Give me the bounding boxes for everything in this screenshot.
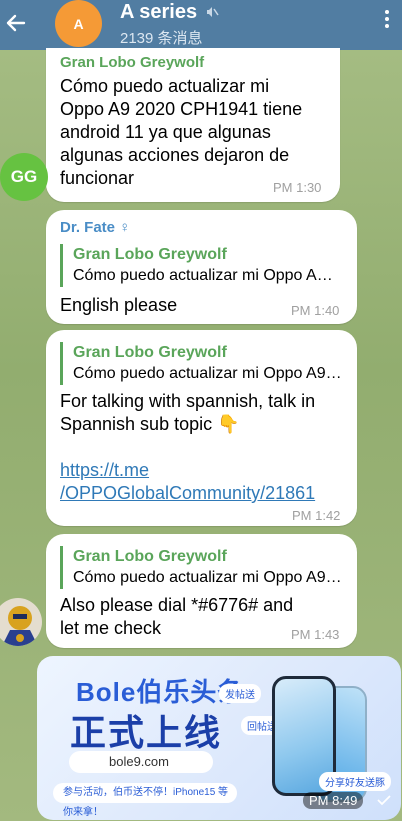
message-line: android 11 ya que algunas <box>60 122 271 142</box>
ad-headline: 正式上线 <box>70 712 223 753</box>
member-count: 2139 条消息 <box>120 30 203 47</box>
reply-text: Cómo puedo actualizar mi Oppo A9… <box>73 365 342 382</box>
muted-icon <box>207 7 219 17</box>
message-line: Cómo puedo actualizar mi <box>60 76 270 96</box>
ad-banner[interactable]: Bole伯乐头条 正式上线 bole9.com 参与活动，伯币送不停！iPhon… <box>37 656 401 820</box>
group-avatar-letter: A <box>73 15 84 32</box>
check-icon <box>377 795 391 806</box>
reply-sender: Gran Lobo Greywolf <box>73 548 227 565</box>
message-line: funcionar <box>60 168 135 188</box>
message-text: For talking with spannish, talk in Spann… <box>60 390 315 505</box>
message-link[interactable]: https://t.me /OPPOGlobalCommunity/21861 <box>60 459 315 505</box>
ad-tag: 分享好友送豚 <box>319 772 391 791</box>
link-line[interactable]: https://t.me <box>60 459 315 482</box>
ad-tag: 发帖送 <box>219 684 261 703</box>
link-line[interactable]: /OPPOGlobalCommunity/21861 <box>60 482 315 505</box>
message-text: Also please dial *#6776# and let me chec… <box>60 594 293 640</box>
message-time: PM 8:49 <box>303 792 364 809</box>
message-text: Cómo puedo actualizar mi Oppo A9 2020 CP… <box>60 75 302 190</box>
message-time: PM 1:30 <box>273 180 322 195</box>
chat-title[interactable]: A series <box>120 1 197 24</box>
reply-text: Cómo puedo actualizar mi Oppo A9… <box>73 569 342 586</box>
message-line: let me check <box>60 618 162 638</box>
message-bubble[interactable]: Dr. Fate ♀ Gran Lobo Greywolf Cómo puedo… <box>46 210 357 324</box>
message-bubble[interactable]: Gran Lobo Greywolf Cómo puedo actualizar… <box>46 48 340 202</box>
reply-sender: Gran Lobo Greywolf <box>73 344 227 361</box>
reply-preview[interactable]: Gran Lobo Greywolf Cómo puedo actualizar… <box>60 546 349 589</box>
user-avatar[interactable]: GG <box>0 153 48 201</box>
message-line: Spannish sub topic 👇 <box>60 414 240 434</box>
chat-header: A A series 2139 条消息 <box>0 0 402 50</box>
back-arrow-icon[interactable] <box>2 8 32 38</box>
message-line: Oppo A9 2020 CPH1941 tiene <box>60 99 303 119</box>
message-sender[interactable]: Gran Lobo Greywolf <box>60 54 204 71</box>
message-text: English please <box>60 295 178 315</box>
ad-url[interactable]: bole9.com <box>69 751 213 773</box>
message-line: Also please dial *#6776# and <box>60 595 294 615</box>
group-avatar[interactable]: A <box>55 0 102 47</box>
message-bubble[interactable]: Gran Lobo Greywolf Cómo puedo actualizar… <box>46 330 357 526</box>
doctor-fate-avatar-icon <box>0 598 42 646</box>
message-line: For talking with spannish, talk in <box>60 391 316 411</box>
reply-preview[interactable]: Gran Lobo Greywolf Cómo puedo actualizar… <box>60 342 349 385</box>
user-avatar[interactable] <box>0 598 42 646</box>
reply-sender: Gran Lobo Greywolf <box>73 246 227 263</box>
more-menu-icon[interactable] <box>381 10 393 34</box>
ad-note: 参与活动，伯币送不停！iPhone15 等你来拿！ <box>53 783 237 818</box>
reply-text: Cómo puedo actualizar mi Oppo A… <box>73 267 333 284</box>
message-bubble[interactable]: Gran Lobo Greywolf Cómo puedo actualizar… <box>46 534 357 648</box>
message-sender[interactable]: Dr. Fate ♀ <box>60 219 130 236</box>
message-time: PM 1:42 <box>292 508 341 523</box>
message-line: algunas acciones dejaron de <box>60 145 290 165</box>
message-time: PM 1:43 <box>291 627 340 642</box>
message-time: PM 1:40 <box>291 303 340 318</box>
reply-preview[interactable]: Gran Lobo Greywolf Cómo puedo actualizar… <box>60 244 349 287</box>
user-avatar-initials: GG <box>10 167 38 186</box>
